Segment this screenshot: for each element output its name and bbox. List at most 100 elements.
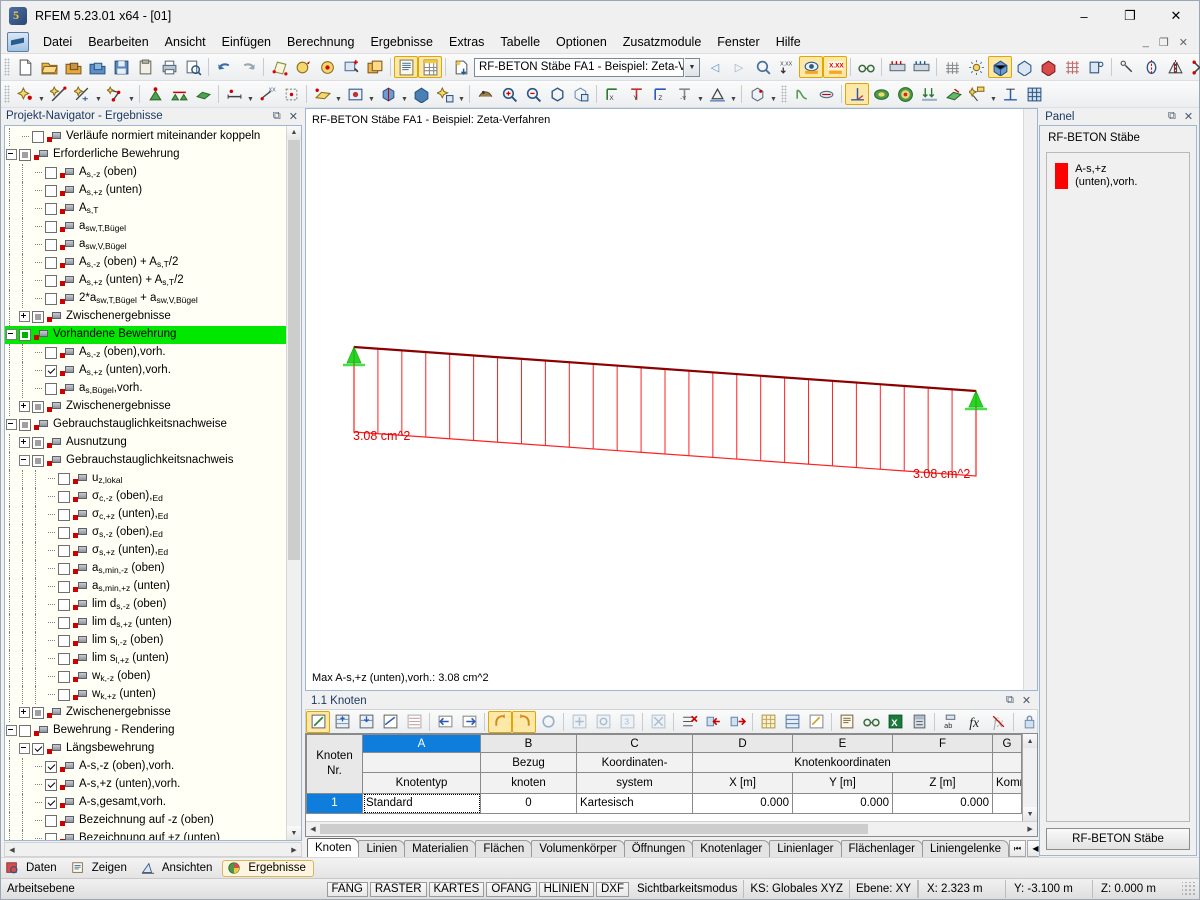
tree-checkbox[interactable] [58, 526, 70, 539]
render-solid-icon[interactable] [988, 56, 1012, 78]
mdi-restore-button[interactable]: ❐ [1154, 36, 1174, 49]
nodal-support-icon[interactable] [143, 83, 167, 105]
grid-scroll-thumb-h[interactable] [320, 824, 869, 834]
table-close-icon[interactable]: ✕ [1018, 694, 1035, 707]
table-remove-icon[interactable] [591, 711, 615, 733]
tree-checkbox[interactable] [45, 382, 57, 395]
cell-koordinatensystem[interactable]: Kartesisch [576, 792, 693, 815]
tree-checkbox[interactable] [58, 616, 70, 629]
tree-item[interactable]: As,-z (oben),vorh. [5, 343, 286, 362]
tree-checkbox[interactable] [19, 418, 31, 431]
scroll-down-icon[interactable]: ▼ [287, 826, 301, 841]
mirror-circle-icon[interactable] [1139, 56, 1163, 78]
grid-scroll-left-icon[interactable]: ◀ [306, 825, 320, 833]
grid-scroll-down-icon[interactable]: ▼ [1023, 807, 1038, 821]
member-eccentricity-icon[interactable]: XX [255, 83, 279, 105]
column-header-d[interactable]: D [692, 734, 793, 754]
tree-item[interactable]: uz,lokal [5, 469, 286, 488]
expand-icon[interactable] [18, 398, 31, 416]
scroll-right-icon[interactable]: ▶ [287, 846, 301, 854]
import-icon[interactable] [449, 56, 473, 78]
view-tab-zeigen[interactable]: Zeigen [67, 860, 134, 877]
tree-item[interactable]: Längsbewehrung [5, 739, 286, 758]
cell-kommentar[interactable] [991, 792, 1023, 815]
node-load-dropdown-icon[interactable]: ▼ [457, 81, 466, 108]
tree-checkbox[interactable] [19, 328, 31, 341]
previous-case-button[interactable]: ◁ [703, 56, 727, 78]
table-next-icon[interactable] [457, 711, 481, 733]
zoom-in-icon[interactable] [497, 83, 521, 105]
collapse-icon[interactable] [5, 416, 18, 434]
menu-extras[interactable]: Extras [441, 33, 492, 51]
tree-checkbox[interactable] [32, 310, 44, 323]
tree-checkbox[interactable] [19, 148, 31, 161]
axis-system-icon[interactable] [845, 83, 869, 105]
tree-checkbox[interactable] [58, 634, 70, 647]
menu-einfuegen[interactable]: Einfügen [214, 33, 279, 51]
tree-item[interactable]: σs,+z (unten),Ed [5, 541, 286, 560]
collapse-icon[interactable] [5, 326, 18, 344]
table-tab-volumenk-rper[interactable]: Volumenkörper [531, 840, 625, 857]
view-negative-y-icon[interactable]: -Y [672, 83, 696, 105]
light-icon[interactable] [964, 56, 988, 78]
status-toggle-dxf[interactable]: DXF [595, 881, 629, 897]
tree-checkbox[interactable] [58, 652, 70, 665]
tree-checkbox[interactable] [45, 832, 57, 841]
opening-icon[interactable] [343, 83, 367, 105]
new-node-dropdown-icon[interactable]: ▼ [37, 81, 46, 108]
tree-item[interactable]: Zwischenergebnisse [5, 703, 286, 722]
new-file-icon[interactable] [13, 56, 37, 78]
status-toggle-fang[interactable]: FANG [326, 881, 368, 897]
open-project-icon[interactable] [61, 56, 85, 78]
glasses-icon[interactable] [854, 56, 878, 78]
expand-icon[interactable] [18, 308, 31, 326]
open-file-icon[interactable] [37, 56, 61, 78]
tree-item[interactable]: Gebrauchstauglichkeitsnachweise [5, 416, 286, 434]
tree-checkbox[interactable] [45, 778, 57, 791]
solid-icon[interactable] [376, 83, 400, 105]
tree-item[interactable]: As,+z (unten),vorh. [5, 361, 286, 380]
table-excel-export-icon[interactable]: X [883, 711, 907, 733]
tree-checkbox[interactable] [45, 292, 57, 305]
surface-select-icon[interactable] [267, 56, 291, 78]
table-redo-icon[interactable] [512, 710, 536, 733]
tree-checkbox[interactable] [58, 508, 70, 521]
toolbar-grip[interactable] [781, 85, 787, 103]
cell-bezugknoten[interactable]: 0 [480, 792, 577, 815]
graphics-viewport[interactable]: RF-BETON Stäbe FA1 - Beispiel: Zeta-Verf… [305, 108, 1039, 691]
tree-item[interactable]: lim ds,+z (unten) [5, 613, 286, 632]
view-iso-dropdown-icon[interactable]: ▼ [729, 81, 738, 108]
table-delete-left-icon[interactable] [701, 711, 725, 733]
zoom-window-icon[interactable] [569, 83, 593, 105]
collapse-icon[interactable] [18, 452, 31, 470]
table-tab-linienlager[interactable]: Linienlager [769, 840, 842, 857]
column-header-f[interactable]: F [892, 734, 993, 754]
view-tab-daten[interactable]: Daten [1, 860, 64, 877]
tree-checkbox[interactable] [58, 580, 70, 593]
status-visibility-mode[interactable]: Sichtbarkeitsmodus [631, 880, 745, 898]
knoten-table[interactable]: Knoten Nr. A B C D E F G Bezug Koordinaten- Knotenk… [306, 734, 1023, 821]
collapse-icon[interactable] [18, 740, 31, 758]
view-tab-ergebnisse[interactable]: Ergebnisse [222, 859, 314, 877]
tree-checkbox[interactable] [45, 364, 57, 377]
tree-item[interactable]: Erforderliche Bewehrung [5, 146, 286, 164]
expand-icon[interactable] [18, 704, 31, 722]
view-dropdown-icon[interactable]: ▼ [696, 81, 705, 108]
print-preview-icon[interactable] [181, 56, 205, 78]
deformation-icon[interactable] [790, 83, 814, 105]
render-model-icon[interactable] [473, 83, 497, 105]
navigator-close-icon[interactable]: ✕ [285, 110, 302, 123]
table-tab-fl-chenlager[interactable]: Flächenlager [840, 840, 923, 857]
navigator-pin-icon[interactable]: ⧉ [269, 110, 285, 123]
close-button[interactable]: ✕ [1153, 1, 1199, 31]
tree-checkbox[interactable] [45, 184, 57, 197]
copy-window-icon[interactable] [363, 56, 387, 78]
tree-item[interactable]: asw,V,Bügel [5, 235, 286, 254]
table-tab-bar[interactable]: Knoten Linien Materialien Flächen Volumenkör… [305, 837, 1080, 857]
table-delete-row-icon[interactable] [677, 711, 701, 733]
menu-bearbeiten[interactable]: Bearbeiten [80, 33, 156, 51]
tree-item[interactable]: lim sl,+z (unten) [5, 649, 286, 668]
tree-item[interactable]: wk,+z (unten) [5, 685, 286, 704]
view-z-icon[interactable]: Z [648, 83, 672, 105]
maximize-button[interactable]: ❐ [1107, 1, 1153, 31]
